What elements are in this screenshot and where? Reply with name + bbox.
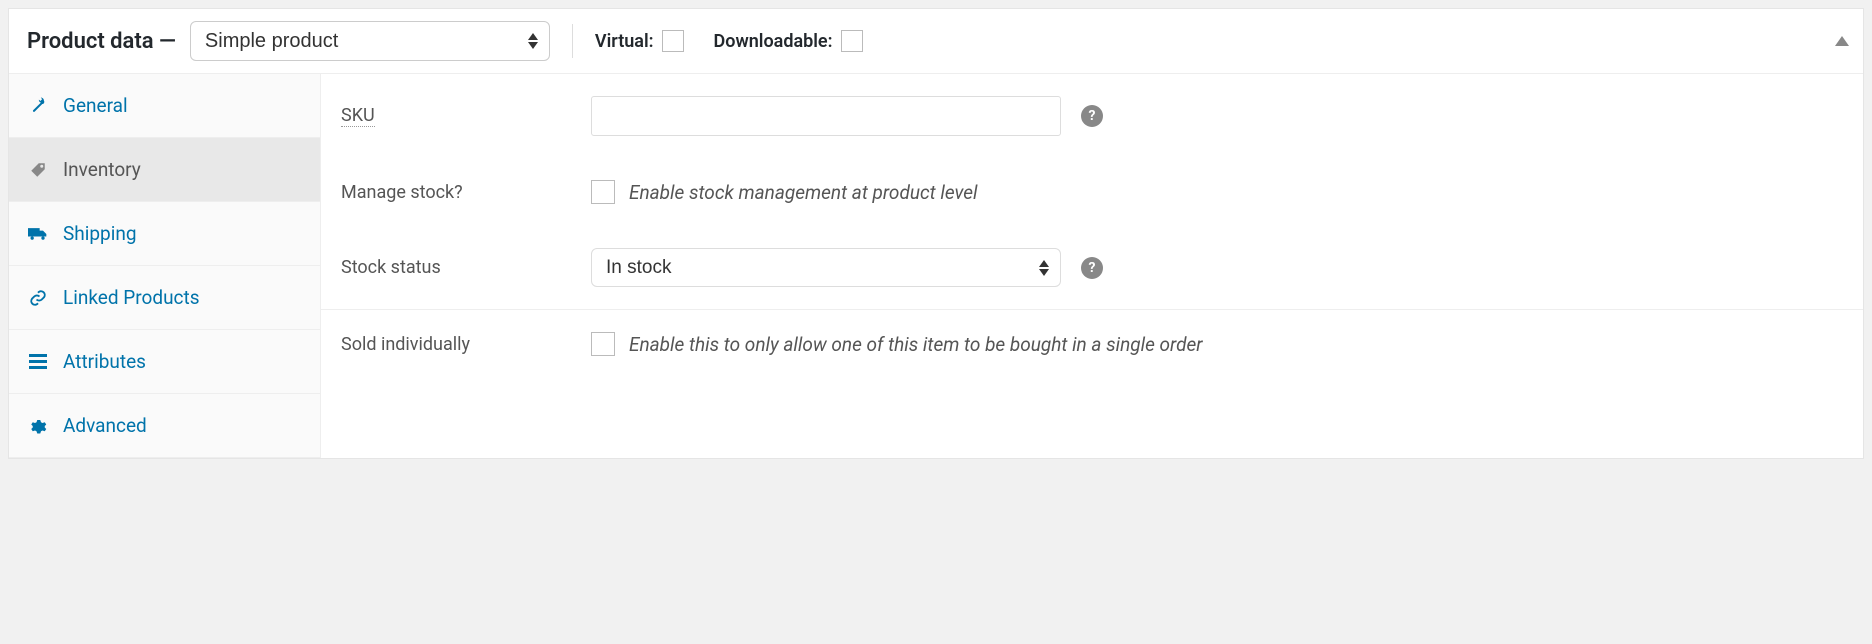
stock-status-label: Stock status bbox=[341, 257, 591, 278]
panel-title: Product data — bbox=[27, 29, 176, 54]
tab-general[interactable]: General bbox=[9, 74, 320, 138]
tab-label: Advanced bbox=[63, 414, 147, 437]
sku-input[interactable] bbox=[591, 96, 1061, 136]
product-type-select-wrap: Simple product bbox=[190, 21, 550, 61]
panel-body: General Inventory Shipping Linked Produc… bbox=[9, 74, 1863, 458]
tab-label: Attributes bbox=[63, 350, 146, 373]
stock-status-select-wrap: In stock bbox=[591, 248, 1061, 287]
stock-status-row: Stock status In stock ? bbox=[321, 226, 1863, 310]
inventory-content: SKU ? Manage stock? Enable stock managem… bbox=[321, 74, 1863, 458]
tab-attributes[interactable]: Attributes bbox=[9, 330, 320, 394]
manage-stock-checkbox[interactable] bbox=[591, 180, 615, 204]
help-icon[interactable]: ? bbox=[1081, 257, 1103, 279]
virtual-label-text: Virtual: bbox=[595, 31, 654, 52]
list-icon bbox=[27, 354, 49, 370]
tab-linked-products[interactable]: Linked Products bbox=[9, 266, 320, 330]
sold-individually-control: Enable this to only allow one of this it… bbox=[591, 332, 1203, 356]
sku-row: SKU ? bbox=[321, 74, 1863, 158]
manage-stock-row: Manage stock? Enable stock management at… bbox=[321, 158, 1863, 226]
sku-label: SKU bbox=[341, 105, 591, 127]
link-icon bbox=[27, 289, 49, 307]
sold-individually-desc: Enable this to only allow one of this it… bbox=[629, 333, 1203, 356]
tab-shipping[interactable]: Shipping bbox=[9, 202, 320, 266]
stock-status-select[interactable]: In stock bbox=[591, 248, 1061, 287]
tab-inventory[interactable]: Inventory bbox=[9, 138, 320, 202]
collapse-toggle-icon[interactable] bbox=[1835, 31, 1849, 51]
downloadable-checkbox-label[interactable]: Downloadable: bbox=[714, 30, 863, 52]
manage-stock-desc: Enable stock management at product level bbox=[629, 181, 978, 204]
tabs-sidebar: General Inventory Shipping Linked Produc… bbox=[9, 74, 321, 458]
downloadable-label-text: Downloadable: bbox=[714, 31, 833, 52]
wrench-icon bbox=[27, 97, 49, 115]
tab-label: General bbox=[63, 94, 128, 117]
product-type-select[interactable]: Simple product bbox=[190, 21, 550, 61]
downloadable-checkbox[interactable] bbox=[841, 30, 863, 52]
panel-header: Product data — Simple product Virtual: D… bbox=[9, 9, 1863, 74]
virtual-checkbox[interactable] bbox=[662, 30, 684, 52]
manage-stock-label: Manage stock? bbox=[341, 182, 591, 203]
manage-stock-control: Enable stock management at product level bbox=[591, 180, 978, 204]
header-divider bbox=[572, 24, 573, 58]
truck-icon bbox=[27, 226, 49, 242]
sold-individually-checkbox[interactable] bbox=[591, 332, 615, 356]
sold-individually-row: Sold individually Enable this to only al… bbox=[321, 310, 1863, 378]
gear-icon bbox=[27, 417, 49, 435]
tab-label: Inventory bbox=[63, 158, 141, 181]
tab-label: Linked Products bbox=[63, 286, 200, 309]
virtual-checkbox-label[interactable]: Virtual: bbox=[595, 30, 684, 52]
tag-icon bbox=[27, 161, 49, 179]
tab-label: Shipping bbox=[63, 222, 137, 245]
sold-individually-label: Sold individually bbox=[341, 334, 591, 355]
product-data-panel: Product data — Simple product Virtual: D… bbox=[8, 8, 1864, 459]
tab-advanced[interactable]: Advanced bbox=[9, 394, 320, 458]
help-icon[interactable]: ? bbox=[1081, 105, 1103, 127]
